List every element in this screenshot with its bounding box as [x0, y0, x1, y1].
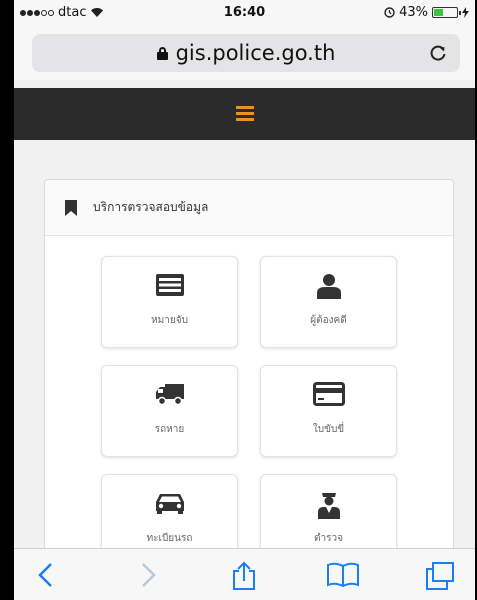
- tile-label: รถหาย: [154, 424, 185, 435]
- url-text: gis.police.go.th: [175, 41, 336, 65]
- police-icon: [317, 493, 340, 519]
- browser-toolbar: [14, 548, 475, 600]
- browser-address-area: gis.police.go.th: [14, 26, 475, 80]
- tile-label: ทะเบียนรถ: [146, 533, 193, 544]
- user-icon: [316, 274, 341, 299]
- car-icon: [155, 494, 184, 514]
- panel-title: บริการตรวจสอบข้อมูล: [93, 200, 209, 214]
- tabs-icon[interactable]: [424, 561, 456, 591]
- lock-icon: [156, 46, 168, 60]
- site-navbar: [14, 88, 475, 140]
- battery-icon: [432, 7, 461, 18]
- panel-header: บริการตรวจสอบข้อมูล: [45, 180, 453, 236]
- credit-card-icon: [312, 382, 345, 406]
- alarm-icon: [384, 7, 395, 18]
- tile-warrant[interactable]: หมายจับ: [101, 256, 238, 348]
- tile-label: หมายจับ: [151, 315, 188, 326]
- tile-suspect[interactable]: ผู้ต้องคดี: [260, 256, 397, 348]
- tile-driver-license[interactable]: ใบขับขี่: [260, 365, 397, 457]
- bookmark-icon: [65, 199, 77, 216]
- status-right: 43%: [384, 5, 469, 20]
- id-card-icon: [155, 274, 184, 296]
- reload-icon[interactable]: [428, 43, 448, 63]
- tile-label: ผู้ต้องคดี: [310, 315, 347, 326]
- battery-percent: 43%: [399, 5, 428, 20]
- services-panel: บริการตรวจสอบข้อมูล หมายจับ ผู้ต้องคดี ร…: [44, 179, 454, 581]
- tile-label: ตำรวจ: [314, 533, 343, 544]
- charging-icon: [462, 7, 469, 18]
- bookmarks-icon[interactable]: [326, 561, 360, 589]
- truck-icon: [155, 384, 184, 406]
- status-bar: dtac 16:40 43%: [14, 0, 475, 26]
- tile-stolen-vehicle[interactable]: รถหาย: [101, 365, 238, 457]
- back-icon[interactable]: [36, 561, 56, 589]
- tile-label: ใบขับขี่: [312, 424, 345, 435]
- menu-icon[interactable]: [236, 106, 254, 121]
- forward-icon[interactable]: [138, 561, 158, 589]
- address-bar[interactable]: gis.police.go.th: [32, 34, 460, 72]
- phone-screen: dtac 16:40 43% gis.police.go.th บริการตร…: [14, 0, 475, 600]
- share-icon[interactable]: [230, 561, 258, 591]
